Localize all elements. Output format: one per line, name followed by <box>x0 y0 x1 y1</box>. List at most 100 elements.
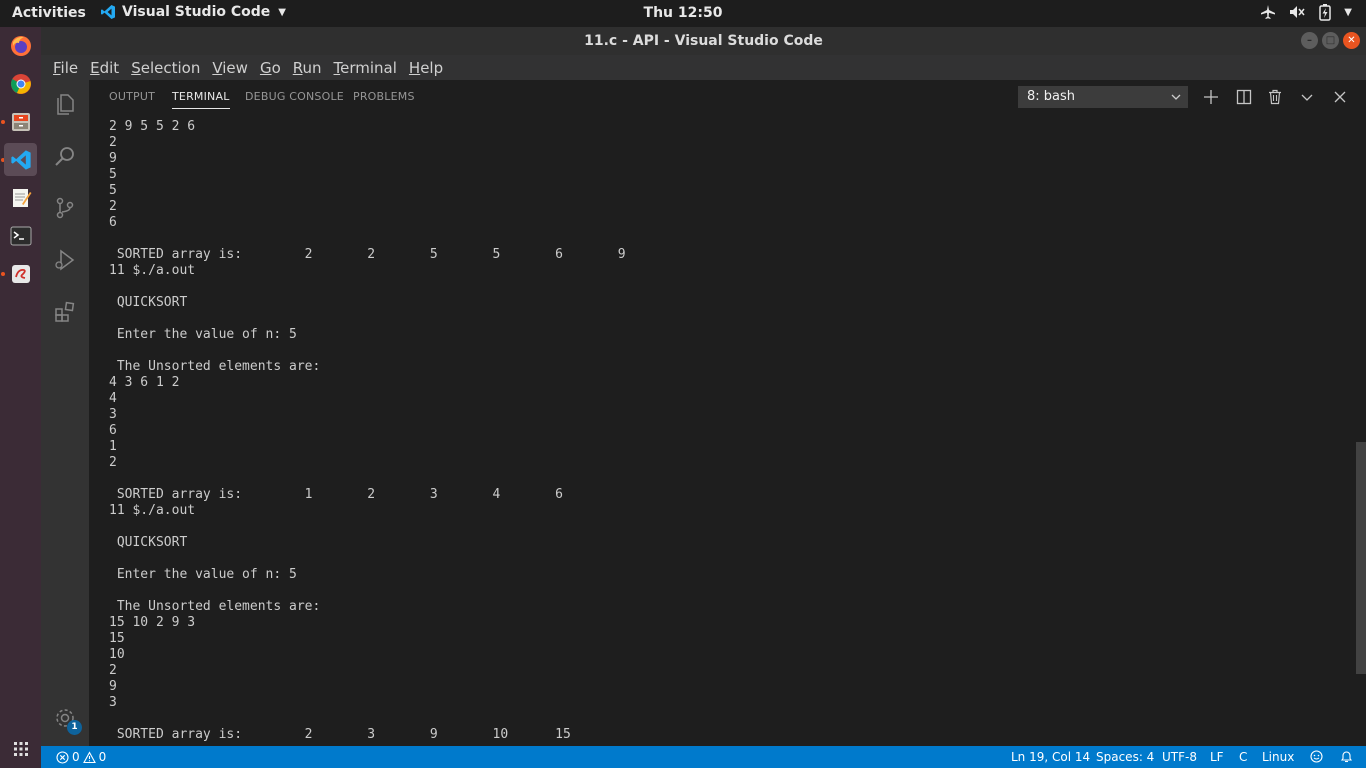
close-icon <box>1334 91 1346 103</box>
menu-file[interactable]: File <box>47 59 84 77</box>
extensions-button[interactable] <box>41 288 89 336</box>
text-editor-icon <box>12 188 31 207</box>
activities-button[interactable]: Activities <box>12 5 86 21</box>
language-mode[interactable]: C <box>1239 750 1247 764</box>
bottom-panel: OUTPUT TERMINAL DEBUG CONSOLE PROBLEMS 8… <box>89 80 1366 746</box>
caret-down-icon: ▼ <box>278 6 286 18</box>
app-grid-icon <box>13 741 28 756</box>
terminal-selector[interactable]: 8: bash <box>1018 86 1188 108</box>
airplane-mode-icon[interactable] <box>1260 4 1276 20</box>
error-icon <box>56 750 69 764</box>
status-bar: 0 0 Ln 19, Col 14 Spaces: 4 UTF-8 LF C L… <box>41 746 1366 768</box>
menu-selection[interactable]: Selection <box>125 59 206 77</box>
app-menu[interactable]: Visual Studio Code ▼ <box>100 4 286 20</box>
menu-terminal[interactable]: Terminal <box>328 59 403 77</box>
firefox-launcher[interactable] <box>4 29 37 62</box>
system-tray[interactable]: ▼ <box>1260 3 1352 21</box>
split-terminal-button[interactable] <box>1233 86 1255 108</box>
menu-run[interactable]: Run <box>287 59 328 77</box>
maximize-panel-button[interactable] <box>1296 86 1318 108</box>
minimize-button[interactable]: – <box>1301 32 1318 49</box>
terminal-line: 15 <box>109 631 125 646</box>
terminal-line: The Unsorted elements are: <box>109 359 321 374</box>
battery-charging-icon[interactable] <box>1318 3 1332 21</box>
tab-problems[interactable]: PROBLEMS <box>353 90 415 103</box>
search-button[interactable] <box>41 132 89 180</box>
terminal-line: SORTED array is: 1 2 3 4 6 <box>109 487 563 502</box>
menu-view[interactable]: View <box>206 59 254 77</box>
split-icon <box>1236 89 1252 105</box>
terminal-line: 5 <box>109 167 117 182</box>
update-badge: 1 <box>67 720 82 735</box>
window-titlebar: 11.c - API - Visual Studio Code – □ ✕ <box>41 27 1366 55</box>
source-control-button[interactable] <box>41 184 89 232</box>
run-and-debug-button[interactable] <box>41 236 89 284</box>
terminal-launcher[interactable] <box>4 219 37 252</box>
vscode-launcher[interactable] <box>4 143 37 176</box>
terminal-line: SORTED array is: 2 2 5 5 6 9 <box>109 247 626 262</box>
terminal-line: 9 <box>109 151 117 166</box>
terminal-selector-value: 8: bash <box>1027 89 1076 104</box>
warning-icon <box>82 750 96 763</box>
terminal-line: 15 10 2 9 3 <box>109 615 196 630</box>
kill-terminal-button[interactable] <box>1264 86 1286 108</box>
window-title: 11.c - API - Visual Studio Code <box>584 33 823 49</box>
run-debug-icon <box>55 249 75 271</box>
close-window-button[interactable]: ✕ <box>1343 32 1360 49</box>
gnome-top-bar: Activities Visual Studio Code ▼ Thu 12:5… <box>0 0 1366 27</box>
chevron-up-down-icon <box>1301 94 1313 101</box>
os-status[interactable]: Linux <box>1262 750 1294 764</box>
files-icon <box>57 94 74 115</box>
document-viewer-launcher[interactable] <box>4 257 37 290</box>
warning-count: 0 <box>98 750 107 764</box>
menu-edit[interactable]: Edit <box>84 59 125 77</box>
show-applications-button[interactable] <box>4 732 37 765</box>
new-terminal-button[interactable] <box>1200 86 1222 108</box>
terminal-line: 5 <box>109 183 117 198</box>
terminal-line: Enter the value of n: 5 <box>109 327 297 342</box>
system-menu-arrow-icon[interactable]: ▼ <box>1344 7 1352 18</box>
vscode-logo-icon <box>101 5 115 19</box>
close-panel-button[interactable] <box>1329 86 1351 108</box>
terminal-line: 4 <box>109 391 117 406</box>
terminal-line: 10 <box>109 647 125 662</box>
notifications-button[interactable] <box>1339 749 1354 764</box>
terminal-line: 3 <box>109 695 117 710</box>
indentation-status[interactable]: Spaces: 4 <box>1096 750 1154 764</box>
ubuntu-dock <box>0 27 41 768</box>
plus-icon <box>1204 90 1218 104</box>
tab-debug-console[interactable]: DEBUG CONSOLE <box>245 90 344 103</box>
chrome-launcher[interactable] <box>4 67 37 100</box>
bell-icon <box>1340 751 1353 763</box>
eol-status[interactable]: LF <box>1210 750 1224 764</box>
manage-button[interactable]: 1 <box>41 694 89 742</box>
feedback-icon <box>1310 750 1323 763</box>
explorer-button[interactable] <box>41 80 89 128</box>
terminal-line: QUICKSORT <box>109 535 188 550</box>
text-editor-launcher[interactable] <box>4 181 37 214</box>
maximize-button[interactable]: □ <box>1322 32 1339 49</box>
files-launcher[interactable] <box>4 105 37 138</box>
menu-go[interactable]: Go <box>254 59 287 77</box>
terminal-line: 3 <box>109 407 117 422</box>
problems-status[interactable]: 0 0 <box>56 750 106 764</box>
tab-output[interactable]: OUTPUT <box>109 90 155 103</box>
tab-terminal[interactable]: TERMINAL <box>172 90 230 109</box>
error-count: 0 <box>72 750 80 764</box>
terminal-line: 2 <box>109 199 117 214</box>
terminal-line: SORTED array is: 2 3 9 10 15 <box>109 727 571 742</box>
feedback-button[interactable] <box>1309 749 1324 764</box>
encoding-status[interactable]: UTF-8 <box>1162 750 1197 764</box>
terminal-output[interactable]: 2 9 5 5 2 6295526 SORTED array is: 2 2 5… <box>109 119 1349 744</box>
volume-muted-icon[interactable] <box>1288 4 1306 20</box>
menu-help[interactable]: Help <box>403 59 449 77</box>
cursor-position[interactable]: Ln 19, Col 14 <box>1011 750 1090 764</box>
terminal-line: 2 <box>109 135 117 150</box>
terminal-line: 6 <box>109 215 117 230</box>
terminal-scrollbar[interactable] <box>1356 442 1366 674</box>
terminal-line: 11 $./a.out <box>109 263 196 278</box>
panel-header: OUTPUT TERMINAL DEBUG CONSOLE PROBLEMS 8… <box>89 80 1366 115</box>
